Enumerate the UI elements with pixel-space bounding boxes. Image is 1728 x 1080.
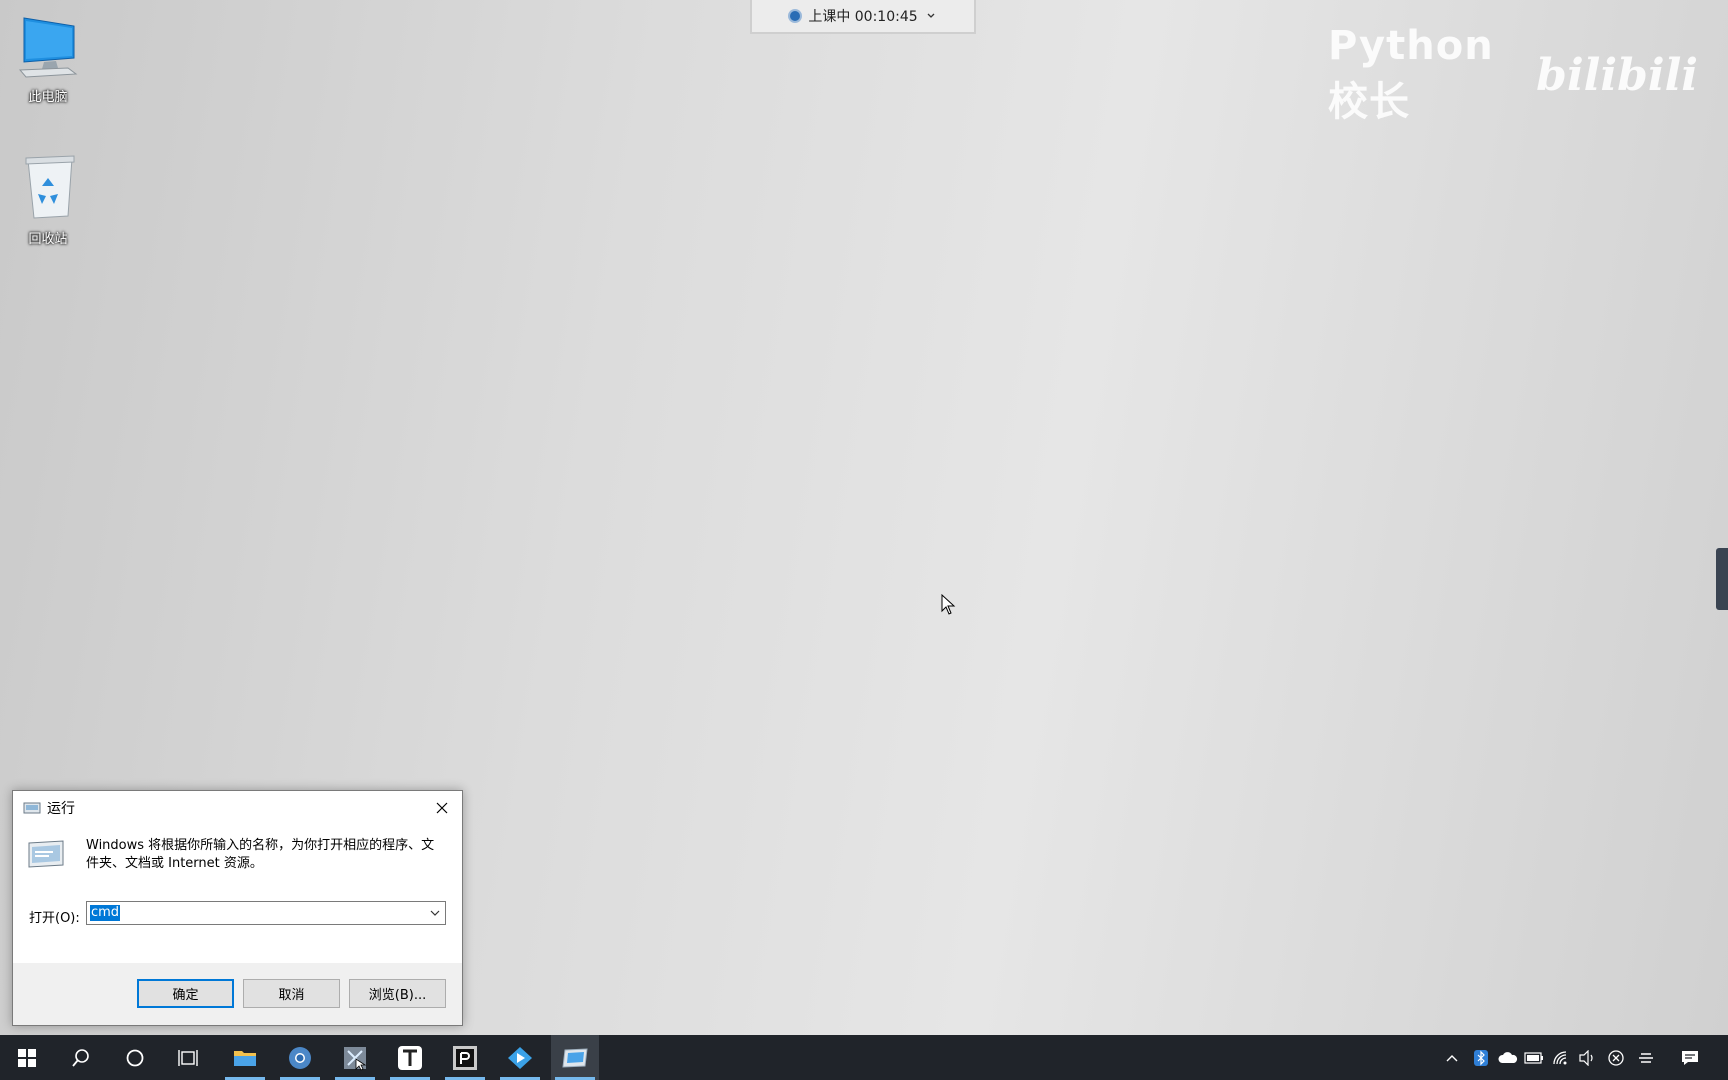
class-status-bar[interactable]: 上课中 00:10:45 — [750, 0, 976, 34]
chrome-icon — [289, 1046, 311, 1069]
search-button[interactable] — [57, 1035, 105, 1080]
recording-dot-icon — [790, 11, 801, 21]
task-view-icon — [178, 1049, 198, 1066]
desktop-icon-recycle-bin[interactable]: 回收站 — [8, 150, 88, 247]
desktop-icon-label: 回收站 — [28, 232, 68, 247]
side-panel-handle[interactable] — [1716, 548, 1728, 610]
tray-app-close[interactable] — [1604, 1035, 1628, 1080]
taskbar-pycharm[interactable] — [441, 1035, 489, 1080]
cancel-button[interactable]: 取消 — [243, 979, 340, 1008]
cloud-icon — [1498, 1051, 1518, 1063]
desktop-icon-this-pc[interactable]: 此电脑 — [8, 12, 88, 105]
chevron-up-icon — [1446, 1054, 1458, 1061]
tray-app-settings[interactable] — [1634, 1035, 1658, 1080]
search-icon — [72, 1048, 89, 1067]
open-input-value[interactable]: cmd — [90, 905, 121, 921]
recycle-bin-icon — [25, 155, 75, 219]
open-input[interactable]: cmd — [86, 901, 446, 925]
windows-icon — [18, 1048, 36, 1067]
taskbar-video-player[interactable] — [496, 1035, 544, 1080]
run-icon — [562, 1047, 588, 1068]
tray-overflow[interactable] — [1440, 1035, 1464, 1080]
run-dialog-body: Windows 将根据你所输入的名称，为你打开相应的程序、文件夹、文档或 Int… — [13, 825, 462, 963]
tray-volume[interactable] — [1576, 1035, 1600, 1080]
bluetooth-icon — [1474, 1049, 1488, 1066]
run-dialog-description: Windows 将根据你所输入的名称，为你打开相应的程序、文件夹、文档或 Int… — [86, 838, 435, 871]
wifi-icon — [1553, 1050, 1567, 1064]
taskbar-run-app[interactable] — [551, 1035, 599, 1080]
pycharm-icon — [453, 1045, 477, 1070]
mouse-cursor-icon — [941, 594, 956, 615]
start-button[interactable] — [3, 1035, 51, 1080]
chevron-down-icon[interactable] — [429, 905, 441, 921]
watermark: Python校长 bilibili — [1328, 23, 1698, 125]
close-icon — [436, 802, 448, 814]
taskbar-file-explorer[interactable] — [221, 1035, 269, 1080]
task-view-button[interactable] — [165, 1035, 213, 1080]
circle-icon — [126, 1049, 144, 1066]
volume-icon — [1579, 1049, 1593, 1066]
taskbar-chrome[interactable] — [276, 1035, 324, 1080]
desktop-icon-label: 此电脑 — [28, 90, 68, 105]
chevron-down-icon[interactable] — [926, 11, 936, 21]
taskbar — [0, 1035, 1728, 1080]
run-dialog: 运行 Windows 将根据你所输入的名称，为你打开相应的程序、文件夹、文档或 … — [12, 790, 463, 1026]
typora-icon — [398, 1045, 422, 1070]
watermark-name: Python校长 — [1328, 23, 1494, 125]
taskbar-snipping-tool[interactable] — [331, 1035, 379, 1080]
class-status-text: 上课中 00:10:45 — [808, 9, 918, 25]
settings-icon — [1639, 1052, 1653, 1063]
run-icon — [23, 802, 41, 814]
tray-wifi[interactable] — [1550, 1035, 1574, 1080]
folder-icon — [234, 1050, 256, 1066]
notification-icon — [1682, 1050, 1698, 1065]
run-dialog-titlebar[interactable]: 运行 — [13, 791, 462, 825]
run-program-icon — [28, 840, 64, 868]
open-label: 打开(O): — [29, 911, 80, 926]
computer-icon — [18, 17, 78, 78]
close-button[interactable] — [428, 795, 456, 821]
tray-cloud[interactable] — [1496, 1035, 1520, 1080]
play-icon — [508, 1046, 532, 1069]
run-dialog-title: 运行 — [47, 801, 75, 817]
cortana-button[interactable] — [111, 1035, 159, 1080]
snip-icon — [344, 1046, 367, 1071]
run-dialog-footer: 确定 取消 浏览(B)... — [13, 963, 462, 1025]
tray-bluetooth[interactable] — [1469, 1035, 1493, 1080]
taskbar-typora[interactable] — [386, 1035, 434, 1080]
close-circle-icon — [1608, 1049, 1624, 1066]
battery-icon — [1524, 1051, 1543, 1064]
tray-battery[interactable] — [1522, 1035, 1546, 1080]
notification-center-button[interactable] — [1678, 1035, 1702, 1080]
watermark-brand: bilibili — [1536, 49, 1698, 101]
ok-button[interactable]: 确定 — [137, 979, 234, 1008]
browse-button[interactable]: 浏览(B)... — [349, 979, 446, 1008]
